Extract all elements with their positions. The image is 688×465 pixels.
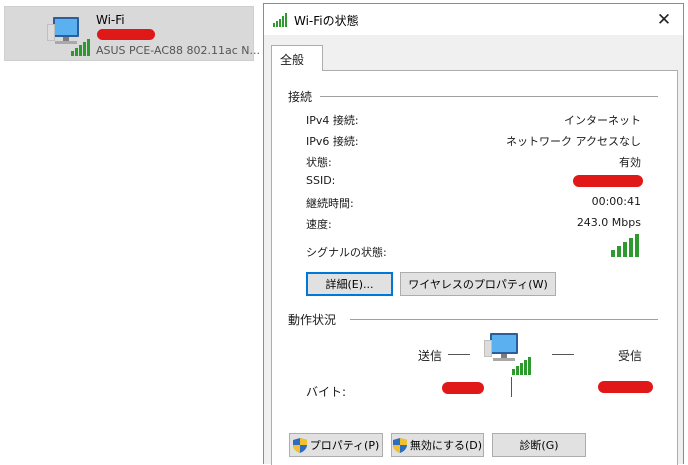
properties-button[interactable]: プロパティ(P) [289, 433, 383, 457]
redacted-sent-bytes [442, 382, 484, 394]
activity-divider [350, 319, 658, 320]
signal-icon [273, 13, 287, 27]
network-activity-icon [484, 333, 531, 375]
connection-divider [320, 96, 658, 97]
speed-value: 243.0 Mbps [576, 216, 641, 229]
network-adapter: ASUS PCE-AC88 802.11ac N... [96, 44, 261, 57]
close-icon: ✕ [656, 10, 672, 30]
dialog-title: Wi-Fiの状態 [294, 14, 359, 28]
disable-button-label: 無効にする(D) [409, 439, 483, 452]
bytes-separator [511, 377, 512, 397]
duration-value: 00:00:41 [591, 195, 641, 208]
shield-icon [392, 437, 407, 453]
diagnose-button-label: 診断(G) [519, 439, 559, 452]
speed-label: 速度: [306, 218, 332, 231]
signal-strength-icon [611, 234, 639, 257]
wireless-properties-button[interactable]: ワイヤレスのプロパティ(W) [400, 272, 556, 296]
network-name: Wi-Fi [96, 13, 125, 27]
ipv4-label: IPv4 接続: [306, 114, 359, 127]
ipv6-label: IPv6 接続: [306, 135, 359, 148]
details-button[interactable]: 詳細(E)... [306, 272, 393, 296]
received-label: 受信 [618, 349, 643, 363]
redacted-received-bytes [598, 381, 653, 393]
tab-general-label: 全般 [280, 53, 305, 67]
title-bar[interactable]: Wi-Fiの状態 ✕ [264, 4, 683, 35]
redacted-ssid-value [573, 175, 643, 187]
details-button-label: 詳細(E)... [325, 278, 374, 291]
disable-button[interactable]: 無効にする(D) [391, 433, 484, 457]
shield-icon [292, 437, 307, 453]
properties-button-label: プロパティ(P) [309, 439, 380, 452]
wireless-properties-label: ワイヤレスのプロパティ(W) [408, 278, 548, 291]
sent-label: 送信 [418, 349, 443, 363]
network-computer-icon [47, 17, 90, 56]
state-label: 状態: [306, 156, 332, 169]
close-button[interactable]: ✕ [649, 8, 679, 32]
network-tile[interactable]: Wi-Fi ASUS PCE-AC88 802.11ac N... [4, 6, 260, 61]
ipv6-value: ネットワーク アクセスなし [506, 135, 641, 148]
redacted-ssid-mark [97, 29, 155, 40]
general-panel: 接続 IPv4 接続: インターネット IPv6 接続: ネットワーク アクセス… [271, 70, 678, 465]
received-line [552, 354, 574, 355]
activity-header: 動作状況 [288, 313, 337, 327]
bytes-label: バイト: [306, 385, 347, 399]
ssid-label: SSID: [306, 174, 336, 187]
ipv4-value: インターネット [564, 114, 641, 127]
signal-label: シグナルの状態: [306, 246, 387, 259]
duration-label: 継続時間: [306, 197, 354, 210]
state-value: 有効 [619, 156, 641, 169]
sent-line [448, 354, 470, 355]
tab-general[interactable]: 全般 [271, 45, 323, 71]
wifi-status-dialog: Wi-Fiの状態 ✕ 全般 接続 IPv4 接続: インターネット IPv6 接… [263, 3, 684, 465]
diagnose-button[interactable]: 診断(G) [492, 433, 586, 457]
connection-header: 接続 [288, 90, 313, 104]
